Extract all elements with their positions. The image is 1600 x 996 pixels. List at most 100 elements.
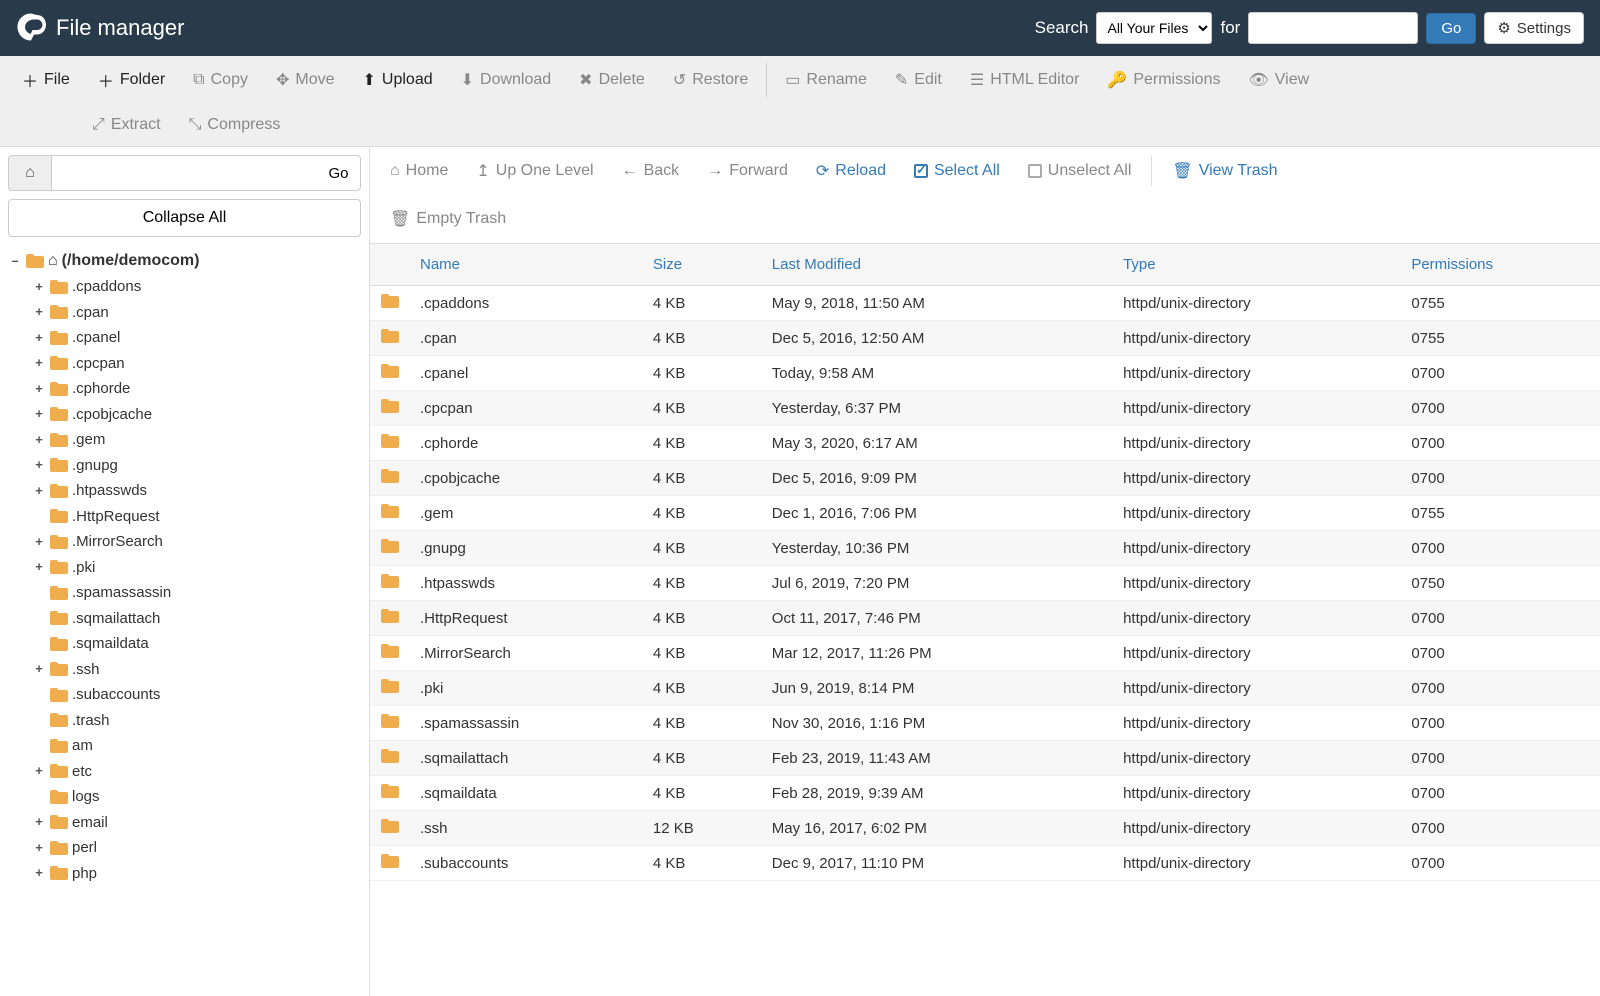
table-row[interactable]: .sqmailattach4 KBFeb 23, 2019, 11:43 AMh… bbox=[370, 741, 1600, 776]
expand-icon[interactable]: + bbox=[32, 429, 46, 451]
col-name[interactable]: Name bbox=[410, 244, 643, 286]
tree-item[interactable]: +.gnupg bbox=[32, 453, 361, 479]
col-type[interactable]: Type bbox=[1113, 244, 1401, 286]
table-row[interactable]: .cpanel4 KBToday, 9:58 AMhttpd/unix-dire… bbox=[370, 356, 1600, 391]
tree-item[interactable]: +email bbox=[32, 810, 361, 836]
expand-icon[interactable]: + bbox=[32, 862, 46, 884]
collapse-icon[interactable]: – bbox=[8, 250, 22, 272]
tree-item[interactable]: +.ssh bbox=[32, 657, 361, 683]
tree-item[interactable]: +perl bbox=[32, 835, 361, 861]
cell-type: httpd/unix-directory bbox=[1113, 741, 1401, 776]
collapse-all-button[interactable]: Collapse All bbox=[8, 199, 361, 237]
table-row[interactable]: .subaccounts4 KBDec 9, 2017, 11:10 PMhtt… bbox=[370, 846, 1600, 881]
tree-item[interactable]: +.cpanel bbox=[32, 325, 361, 351]
reload-button[interactable]: ⟳Reload bbox=[804, 151, 898, 191]
tree-item[interactable]: +.cphorde bbox=[32, 376, 361, 402]
table-row[interactable]: .pki4 KBJun 9, 2019, 8:14 PMhttpd/unix-d… bbox=[370, 671, 1600, 706]
unselect-all-button[interactable]: Unselect All bbox=[1016, 152, 1144, 190]
home-button[interactable]: ⌂Home bbox=[378, 152, 460, 190]
tree-item[interactable]: .HttpRequest bbox=[32, 504, 361, 530]
download-button[interactable]: ⬇Download bbox=[447, 58, 566, 102]
tree-item[interactable]: +etc bbox=[32, 759, 361, 785]
home-path-button[interactable]: ⌂ bbox=[8, 155, 52, 191]
tree-item[interactable]: +.pki bbox=[32, 555, 361, 581]
tree-item[interactable]: +.cpaddons bbox=[32, 274, 361, 300]
expand-icon[interactable]: + bbox=[32, 658, 46, 680]
select-all-button[interactable]: Select All bbox=[902, 152, 1012, 190]
back-button[interactable]: ←Back bbox=[610, 152, 692, 190]
expand-icon[interactable]: + bbox=[32, 531, 46, 553]
table-row[interactable]: .gem4 KBDec 1, 2016, 7:06 PMhttpd/unix-d… bbox=[370, 496, 1600, 531]
tree-item[interactable]: .spamassassin bbox=[32, 580, 361, 606]
tree-item[interactable]: .sqmailattach bbox=[32, 606, 361, 632]
expand-icon[interactable]: + bbox=[32, 837, 46, 859]
delete-button[interactable]: ✖Delete bbox=[565, 58, 659, 102]
tree-item[interactable]: .subaccounts bbox=[32, 682, 361, 708]
folder-icon bbox=[381, 504, 399, 518]
table-row[interactable]: .cpaddons4 KBMay 9, 2018, 11:50 AMhttpd/… bbox=[370, 286, 1600, 321]
path-go-button[interactable]: Go bbox=[317, 155, 361, 191]
compress-button[interactable]: ⤡Compress bbox=[175, 104, 295, 146]
tree-item[interactable]: +.cpobjcache bbox=[32, 402, 361, 428]
view-button[interactable]: 👁View bbox=[1234, 58, 1323, 102]
extract-button[interactable]: ⤢Extract bbox=[78, 104, 175, 146]
table-row[interactable]: .cpcpan4 KBYesterday, 6:37 PMhttpd/unix-… bbox=[370, 391, 1600, 426]
move-button[interactable]: ✥Move bbox=[262, 58, 349, 102]
table-row[interactable]: .ssh12 KBMay 16, 2017, 6:02 PMhttpd/unix… bbox=[370, 811, 1600, 846]
table-row[interactable]: .sqmaildata4 KBFeb 28, 2019, 9:39 AMhttp… bbox=[370, 776, 1600, 811]
table-row[interactable]: .spamassassin4 KBNov 30, 2016, 1:16 PMht… bbox=[370, 706, 1600, 741]
search-input[interactable] bbox=[1248, 12, 1418, 44]
expand-icon[interactable]: + bbox=[32, 811, 46, 833]
tree-item[interactable]: +.cpcpan bbox=[32, 351, 361, 377]
expand-icon[interactable]: + bbox=[32, 352, 46, 374]
table-row[interactable]: .HttpRequest4 KBOct 11, 2017, 7:46 PMhtt… bbox=[370, 601, 1600, 636]
path-input[interactable] bbox=[52, 155, 317, 191]
search-scope-select[interactable]: All Your Files bbox=[1096, 12, 1212, 44]
rename-button[interactable]: ▭Rename bbox=[771, 58, 881, 102]
tree-item[interactable]: logs bbox=[32, 784, 361, 810]
col-permissions[interactable]: Permissions bbox=[1401, 244, 1600, 286]
table-row[interactable]: .MirrorSearch4 KBMar 12, 2017, 11:26 PMh… bbox=[370, 636, 1600, 671]
table-row[interactable]: .cpan4 KBDec 5, 2016, 12:50 AMhttpd/unix… bbox=[370, 321, 1600, 356]
tree-item[interactable]: .trash bbox=[32, 708, 361, 734]
view-trash-button[interactable]: 🗑View Trash bbox=[1160, 151, 1289, 191]
tree-item[interactable]: +.MirrorSearch bbox=[32, 529, 361, 555]
tree-item[interactable]: +.gem bbox=[32, 427, 361, 453]
search-go-button[interactable]: Go bbox=[1426, 13, 1476, 44]
folder-icon bbox=[381, 469, 399, 483]
expand-icon[interactable]: + bbox=[32, 276, 46, 298]
tree-item[interactable]: .sqmaildata bbox=[32, 631, 361, 657]
table-row[interactable]: .gnupg4 KBYesterday, 10:36 PMhttpd/unix-… bbox=[370, 531, 1600, 566]
restore-button[interactable]: ↺Restore bbox=[659, 58, 762, 102]
tree-item[interactable]: +php bbox=[32, 861, 361, 887]
expand-icon[interactable]: + bbox=[32, 327, 46, 349]
tree-item[interactable]: +.htpasswds bbox=[32, 478, 361, 504]
col-modified[interactable]: Last Modified bbox=[762, 244, 1113, 286]
tree-root[interactable]: – ⌂ (/home/democom) bbox=[8, 247, 361, 274]
settings-button[interactable]: ⚙ Settings bbox=[1484, 12, 1584, 44]
tree-item[interactable]: am bbox=[32, 733, 361, 759]
upload-button[interactable]: ⬆Upload bbox=[349, 58, 447, 102]
up-one-level-button[interactable]: ↥Up One Level bbox=[464, 151, 605, 191]
empty-trash-button[interactable]: 🗑Empty Trash bbox=[378, 199, 518, 239]
expand-icon[interactable]: + bbox=[32, 480, 46, 502]
col-icon[interactable] bbox=[370, 244, 410, 286]
table-row[interactable]: .cpobjcache4 KBDec 5, 2016, 9:09 PMhttpd… bbox=[370, 461, 1600, 496]
expand-icon[interactable]: + bbox=[32, 556, 46, 578]
expand-icon[interactable]: + bbox=[32, 454, 46, 476]
table-row[interactable]: .htpasswds4 KBJul 6, 2019, 7:20 PMhttpd/… bbox=[370, 566, 1600, 601]
expand-icon[interactable]: + bbox=[32, 301, 46, 323]
tree-item[interactable]: +.cpan bbox=[32, 300, 361, 326]
expand-icon[interactable]: + bbox=[32, 378, 46, 400]
expand-icon[interactable]: + bbox=[32, 403, 46, 425]
col-size[interactable]: Size bbox=[643, 244, 762, 286]
new-folder-button[interactable]: ＋Folder bbox=[84, 56, 179, 104]
new-file-button[interactable]: ＋File bbox=[8, 56, 84, 104]
table-row[interactable]: .cphorde4 KBMay 3, 2020, 6:17 AMhttpd/un… bbox=[370, 426, 1600, 461]
permissions-button[interactable]: 🔑Permissions bbox=[1093, 58, 1234, 102]
forward-button[interactable]: →Forward bbox=[695, 152, 800, 190]
expand-icon[interactable]: + bbox=[32, 760, 46, 782]
html-editor-button[interactable]: ☰HTML Editor bbox=[956, 58, 1094, 102]
copy-button[interactable]: ⧉Copy bbox=[179, 59, 262, 101]
edit-button[interactable]: ✎Edit bbox=[881, 58, 956, 102]
